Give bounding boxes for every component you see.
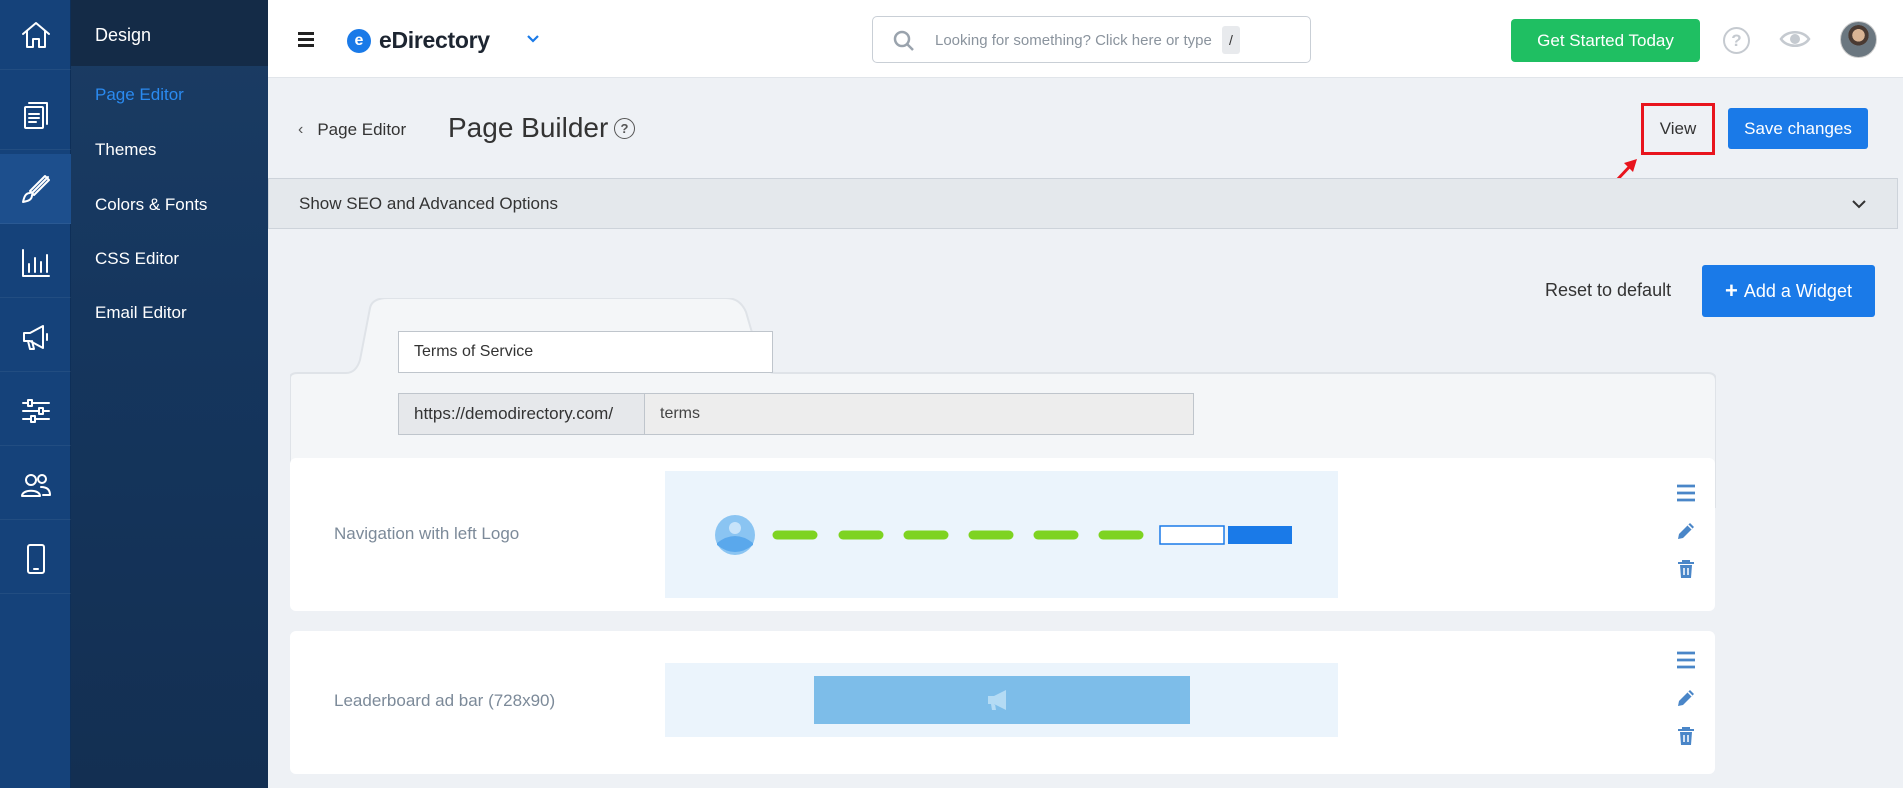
brand-mark: e: [347, 28, 371, 53]
rail-settings[interactable]: [0, 376, 71, 446]
brand-name: eDirectory: [379, 27, 490, 53]
widget-actions: [1675, 482, 1699, 596]
hamburger-menu-icon[interactable]: [298, 32, 314, 47]
save-changes-button[interactable]: Save changes: [1728, 108, 1868, 149]
home-icon: [21, 21, 50, 48]
top-header: e eDirectory Looking for something? Clic…: [268, 0, 1903, 78]
rail-design[interactable]: [0, 154, 71, 224]
page-url-field: https://demodirectory.com/ terms: [398, 393, 1194, 435]
chevron-down-icon[interactable]: [526, 32, 540, 46]
subnav-item-colors-fonts[interactable]: Colors & Fonts: [95, 195, 207, 215]
search-icon: [893, 30, 914, 51]
edit-pencil-icon[interactable]: [1675, 520, 1697, 542]
subnav-item-themes[interactable]: Themes: [95, 140, 156, 160]
rail-reports[interactable]: [0, 228, 71, 298]
edit-pencil-icon[interactable]: [1675, 687, 1697, 709]
page-builder-main: ‹ Page Editor Page Builder ? View Save c…: [268, 78, 1903, 788]
rail-users[interactable]: [0, 450, 71, 520]
eye-icon[interactable]: [1779, 28, 1811, 50]
add-widget-button[interactable]: + Add a Widget: [1702, 265, 1875, 317]
url-slug-input[interactable]: terms: [645, 394, 1193, 434]
back-link[interactable]: ‹ Page Editor: [298, 120, 406, 140]
add-widget-label: Add a Widget: [1743, 280, 1852, 301]
subnav-item-css-editor[interactable]: CSS Editor: [95, 249, 179, 269]
brand-logo[interactable]: e eDirectory: [347, 27, 490, 54]
bar-chart-icon: [21, 248, 50, 277]
mobile-icon: [26, 543, 45, 574]
rail-content[interactable]: [0, 80, 71, 150]
url-prefix: https://demodirectory.com/: [399, 394, 645, 434]
drag-handle-icon[interactable]: [1675, 649, 1697, 671]
users-icon: [20, 473, 51, 497]
widget-label: Leaderboard ad bar (728x90): [334, 691, 556, 710]
chevron-down-icon: [1852, 200, 1866, 209]
widget-card[interactable]: Leaderboard ad bar (728x90): [290, 631, 1715, 774]
widget-card[interactable]: Navigation with left Logo: [290, 458, 1715, 611]
drag-handle-icon[interactable]: [1675, 482, 1697, 504]
sliders-icon: [21, 398, 50, 423]
back-link-label: Page Editor: [317, 120, 407, 139]
view-button[interactable]: View: [1641, 103, 1715, 155]
megaphone-icon: [22, 324, 48, 350]
trash-icon[interactable]: [1675, 558, 1697, 580]
brush-icon: [21, 174, 50, 203]
avatar[interactable]: [1840, 21, 1877, 58]
page-title: Page Builder: [448, 112, 609, 143]
seo-options-toggle[interactable]: Show SEO and Advanced Options: [268, 178, 1898, 229]
rail-mobile[interactable]: [0, 524, 71, 594]
icon-rail: [0, 0, 71, 788]
subnav-title: Design: [95, 25, 152, 45]
page-help-icon[interactable]: ?: [614, 118, 635, 139]
widget-preview: [665, 663, 1338, 737]
documents-icon: [23, 101, 48, 129]
leaderboard-preview-graphic: [814, 676, 1190, 724]
subnav-item-email-editor[interactable]: Email Editor: [95, 303, 187, 323]
widget-label: Navigation with left Logo: [334, 524, 520, 543]
design-subnav: Design Page Editor Themes Colors & Fonts…: [71, 0, 268, 788]
widget-actions: [1675, 649, 1699, 763]
widget-preview: [665, 471, 1338, 598]
seo-options-label: Show SEO and Advanced Options: [299, 194, 558, 213]
search-input[interactable]: Looking for something? Click here or typ…: [872, 16, 1311, 63]
trash-icon[interactable]: [1675, 725, 1697, 747]
rail-promotion[interactable]: [0, 302, 71, 372]
navigation-preview-graphic: [715, 515, 1292, 555]
search-placeholder: Looking for something? Click here or typ…: [935, 32, 1212, 49]
page-name-input[interactable]: [398, 331, 773, 373]
get-started-button[interactable]: Get Started Today: [1511, 19, 1700, 62]
rail-home[interactable]: [0, 0, 71, 70]
subnav-item-page-editor[interactable]: Page Editor: [95, 85, 184, 105]
chevron-left-icon: ‹: [298, 121, 304, 138]
subnav-header: Design: [71, 0, 268, 66]
plus-icon: +: [1725, 278, 1738, 303]
help-icon[interactable]: ?: [1723, 27, 1750, 54]
search-shortcut-key: /: [1222, 26, 1240, 54]
